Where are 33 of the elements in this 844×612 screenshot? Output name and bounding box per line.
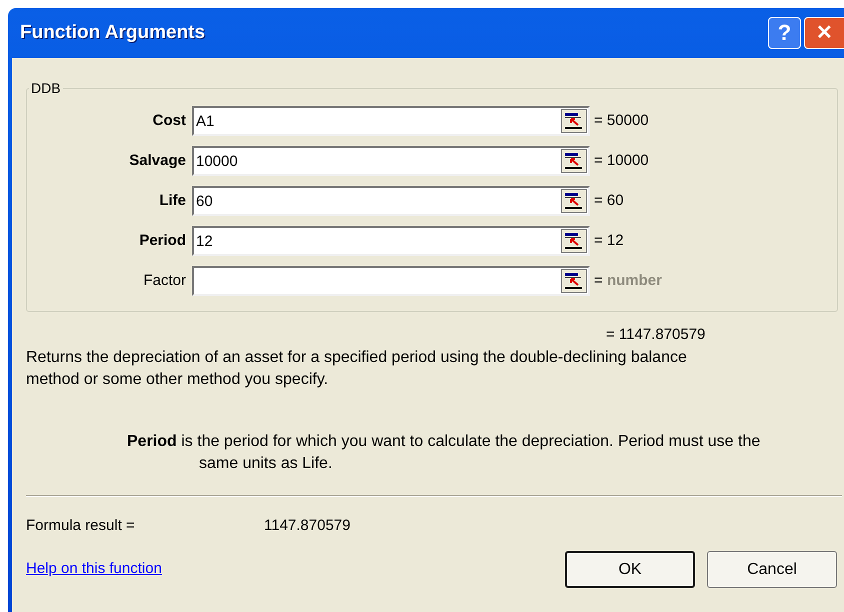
window-title: Function Arguments [20, 20, 206, 45]
argument-result: = 12 [594, 230, 624, 251]
help-link[interactable]: Help on this function [26, 558, 565, 581]
argument-label: Life [158, 190, 187, 211]
argument-result: = 50000 [594, 110, 649, 131]
argument-description: Period is the period for which you want to calculate the depreciation. Period must use the same units as Life. [127, 432, 762, 474]
help-button[interactable]: ? [768, 17, 801, 49]
collapse-dialog-icon[interactable] [561, 189, 587, 213]
collapse-dialog-icon[interactable] [561, 109, 587, 133]
formula-result-label: Formula result = [26, 516, 136, 536]
argument-field[interactable]: 60 [192, 186, 590, 216]
argument-label: Factor [142, 270, 187, 291]
formula-result-value: 1147.870579 [264, 516, 350, 536]
argument-field[interactable]: 12 [192, 226, 590, 256]
collapse-dialog-icon[interactable] [561, 149, 587, 173]
close-button[interactable]: ✕ [804, 17, 844, 49]
argument-result: = 10000 [594, 150, 649, 171]
collapse-dialog-icon[interactable] [561, 269, 587, 293]
argument-result: = 60 [594, 190, 624, 211]
cancel-button[interactable]: Cancel [707, 551, 837, 588]
argument-label: Cost [152, 110, 187, 131]
ok-button[interactable]: OK [565, 551, 695, 588]
argument-field[interactable]: 10000 [192, 146, 590, 176]
argument-field[interactable]: A1 [192, 106, 590, 136]
argument-label: Salvage [128, 150, 187, 171]
function-result: = 1147.870579 [606, 325, 706, 345]
collapse-dialog-icon[interactable] [561, 229, 587, 253]
argument-field[interactable] [192, 266, 590, 296]
argument-type-hint: number [606, 270, 662, 291]
argument-result: = [594, 270, 604, 291]
group-title: DDB [30, 79, 62, 98]
function-description: Returns the depreciation of an asset for a specified period using the double-declining balance method or some other method you specify. [26, 348, 688, 390]
argument-label: Period [138, 230, 187, 251]
